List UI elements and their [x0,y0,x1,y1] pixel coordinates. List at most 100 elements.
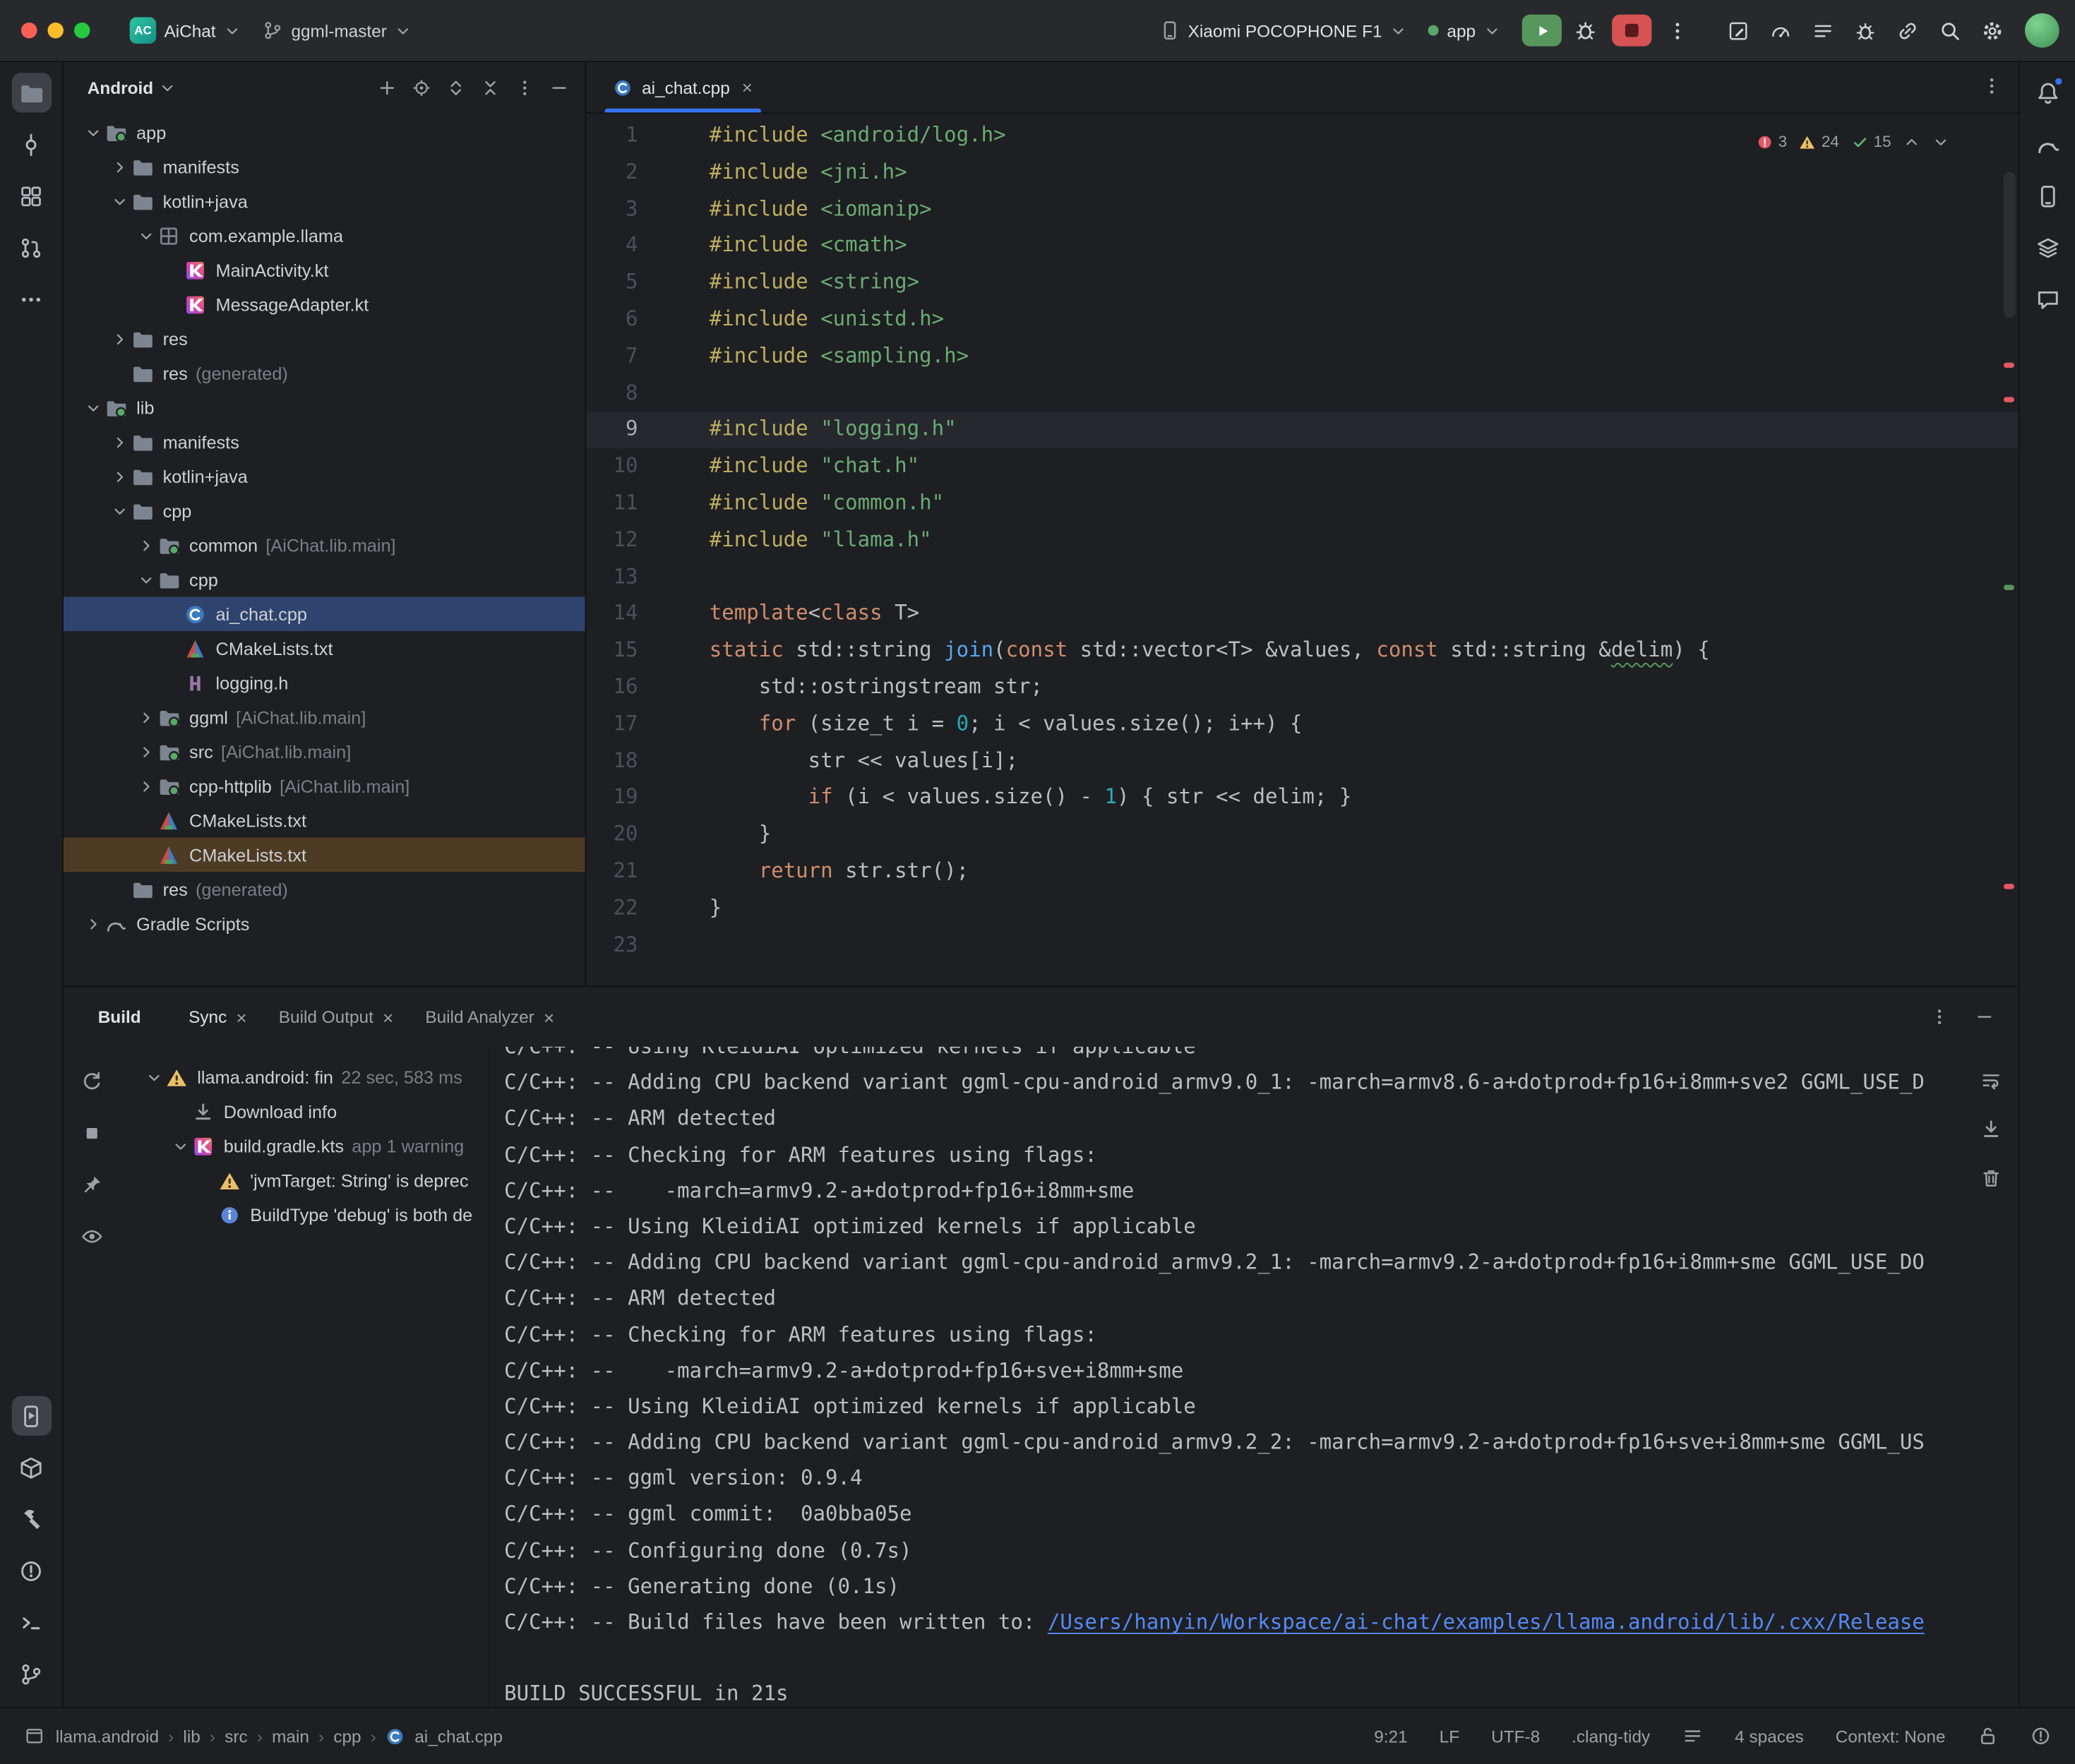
breadcrumb-lib[interactable]: lib [183,1726,200,1746]
tree-item-gradle-scripts[interactable]: Gradle Scripts [64,906,585,941]
tree-item-buildtype-debug-is-both-de[interactable]: BuildType 'debug' is both de [119,1197,489,1232]
debug-button[interactable] [1567,15,1603,47]
minimize-window-button[interactable] [47,23,63,38]
layout-inspector-button[interactable] [1721,13,1755,48]
stop-sync-button[interactable] [76,1117,107,1148]
code-line-9[interactable]: 9#include "logging.h" [586,412,2018,449]
chevron-right-icon[interactable] [135,534,157,556]
code-line-13[interactable]: 13 [586,559,2018,596]
status-ai-context[interactable]: Context: None [1836,1726,1946,1746]
collapse-all-button[interactable] [474,71,506,103]
soft-wrap-button[interactable] [1976,1065,2005,1094]
version-control-button[interactable] [11,1654,51,1693]
tree-item-kotlin-java[interactable]: kotlin+java [64,184,585,219]
tree-item-logging-h[interactable]: logging.h [64,666,585,700]
build-tab-build-analyzer[interactable]: Build Analyzer× [409,987,570,1046]
chevron-right-icon[interactable] [109,466,131,487]
editor-options-button[interactable] [1981,75,2002,100]
chevron-right-icon[interactable] [109,431,131,452]
pull-requests-button[interactable] [11,227,51,267]
code-editor[interactable]: 1#include <android/log.h>2#include <jni.… [586,114,2018,985]
tree-item-cmakelists-txt[interactable]: CMakeLists.txt [64,631,585,666]
more-options-button[interactable] [508,71,540,103]
branch-selector[interactable]: ggml-master [251,15,422,47]
add-button[interactable] [371,71,402,103]
notifications-button[interactable] [2028,73,2067,112]
device-manager-button[interactable] [2028,176,2067,215]
code-line-21[interactable]: 21 return str.str(); [586,853,2018,890]
tree-item-llama-android-fin[interactable]: llama.android: fin22 sec, 583 ms [119,1060,489,1094]
editor-scrollbar[interactable] [2004,172,2016,318]
close-tab-icon[interactable]: × [383,1007,393,1026]
app-inspection-button[interactable] [1848,13,1882,48]
gradle-button[interactable] [2028,124,2067,164]
more-run-options-button[interactable] [1660,13,1694,48]
structure-button[interactable] [11,176,51,215]
chevron-right-icon[interactable] [109,328,131,349]
device-mirroring-button[interactable] [1890,13,1925,48]
close-window-button[interactable] [21,23,37,38]
commit-button[interactable] [11,124,51,164]
chevron-down-icon[interactable] [82,397,104,418]
status-encoding[interactable]: UTF-8 [1491,1726,1540,1746]
stripe-mark-ok[interactable] [2004,585,2014,590]
locate-file-button[interactable] [405,71,437,103]
code-line-22[interactable]: 22} [586,890,2018,927]
status-indent[interactable]: 4 spaces [1735,1726,1804,1746]
breadcrumb-cpp[interactable]: cpp [333,1726,361,1746]
project-view-selector[interactable]: Android [88,78,153,97]
status-error-highlighting[interactable] [2030,1725,2051,1746]
chevron-right-icon[interactable] [135,741,157,762]
tree-item-ggml[interactable]: ggml[AiChat.lib.main] [64,700,585,735]
status-clang-tidy[interactable]: .clang-tidy [1572,1726,1650,1746]
preview-button[interactable] [76,1220,107,1252]
status-write-access-lock[interactable] [1978,1725,1999,1746]
code-line-15[interactable]: 15static std::string join(const std::vec… [586,632,2018,669]
tree-item-com-example-llama[interactable]: com.example.llama [64,218,585,253]
previous-issue-icon[interactable] [1903,134,1920,151]
close-tab-icon[interactable]: × [742,78,753,97]
re-sync-button[interactable] [76,1065,107,1097]
tree-item-app[interactable]: app [64,115,585,150]
run-button[interactable] [1522,15,1562,47]
tree-item-res[interactable]: res [64,322,585,356]
tree-item-res[interactable]: res(generated) [64,356,585,390]
code-line-16[interactable]: 16 std::ostringstream str; [586,669,2018,706]
chevron-down-icon[interactable] [82,121,104,143]
tree-item-common[interactable]: common[AiChat.lib.main] [64,528,585,563]
build-tab-sync[interactable]: Sync× [173,987,263,1046]
logcat-button[interactable] [1805,13,1840,48]
status-caret-position[interactable]: 9:21 [1374,1726,1407,1746]
tree-item-download-info[interactable]: Download info [119,1094,489,1129]
build-tab-build-output[interactable]: Build Output× [263,987,409,1046]
build-output-path-link[interactable]: /Users/hanyin/Workspace/ai-chat/examples… [1048,1610,1925,1634]
tree-item-cpp[interactable]: cpp [64,493,585,528]
resource-manager-button[interactable] [2028,227,2067,267]
code-line-12[interactable]: 12#include "llama.h" [586,522,2018,559]
tree-item-manifests[interactable]: manifests [64,150,585,184]
pin-tab-button[interactable] [76,1168,107,1200]
code-line-11[interactable]: 11#include "common.h" [586,486,2018,522]
tree-item-ai-chat-cpp[interactable]: ai_chat.cpp [64,596,585,631]
status-line-separator[interactable]: LF [1440,1726,1459,1746]
chevron-down-icon[interactable] [143,1067,165,1088]
breadcrumb-src[interactable]: src [225,1726,248,1746]
breadcrumb-ai-chat-cpp[interactable]: ai_chat.cpp [414,1726,503,1746]
code-line-23[interactable]: 23 [586,927,2018,964]
code-line-18[interactable]: 18 str << values[i]; [586,743,2018,780]
code-line-20[interactable]: 20 } [586,817,2018,853]
build-button[interactable] [11,1499,51,1539]
next-issue-icon[interactable] [1932,134,1949,151]
code-line-19[interactable]: 19 if (i < values.size() - 1) { str << d… [586,780,2018,817]
tree-item-cmakelists-txt[interactable]: CMakeLists.txt [64,838,585,872]
chevron-down-icon[interactable] [109,500,131,522]
clear-all-button[interactable] [1976,1163,2005,1192]
run-configuration-selector[interactable]: app [1418,16,1512,46]
code-line-4[interactable]: 4#include <cmath> [586,228,2018,265]
breadcrumb-llama-android[interactable]: llama.android [56,1726,159,1746]
device-selector[interactable]: Xiaomi POCOPHONE F1 [1148,15,1418,47]
chevron-right-icon[interactable] [135,707,157,728]
profiler-button[interactable] [1763,13,1798,48]
chevron-down-icon[interactable] [135,569,157,590]
scroll-to-end-button[interactable] [1976,1114,2005,1143]
